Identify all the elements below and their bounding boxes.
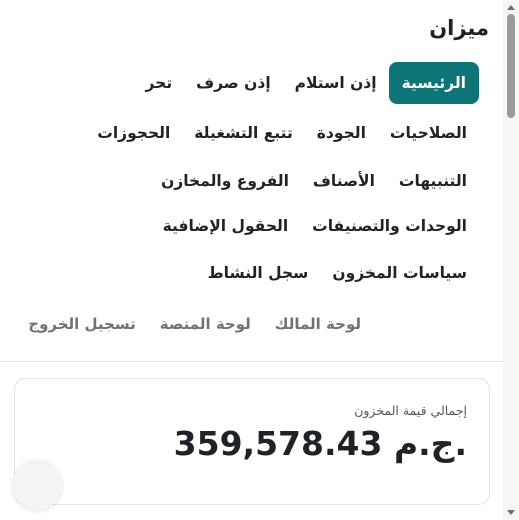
nav-item-inventory-policies[interactable]: سياسات المخزون [320, 256, 479, 290]
nav-item-issue-voucher[interactable]: إذن صرف [184, 66, 283, 100]
inventory-value-amount: 359,578.43 ج.م. [173, 424, 467, 463]
nav-row-2: الصلاحيات الجودة تتبع التشغيلة الحجوزات [85, 116, 479, 150]
nav-item-alerts[interactable]: التنبيهات [387, 164, 479, 198]
nav-item-reservations[interactable]: الحجوزات [85, 116, 182, 150]
nav-item-units-categories[interactable]: الوحدات والتصنيفات [300, 209, 479, 243]
nav-item-items[interactable]: الأصناف [301, 164, 387, 198]
vertical-scrollbar[interactable] [503, 0, 519, 520]
nav-row-3: التنبيهات الأصناف الفروع والمخازن [149, 164, 479, 198]
nav-row-secondary: لوحة المالك لوحة المنصة تسجيل الخروج [16, 307, 373, 341]
nav-row-1: الرئيسية إذن استلام إذن صرف تحر [19, 62, 479, 104]
nav-item-branches-warehouses[interactable]: الفروع والمخازن [149, 164, 301, 198]
scroll-down-arrow-icon[interactable] [507, 510, 515, 515]
nav-item-owner-dashboard[interactable]: لوحة المالك [263, 307, 373, 341]
scroll-up-arrow-icon[interactable] [507, 5, 515, 10]
inventory-value-label: إجمالي قيمة المخزون [354, 403, 467, 418]
app-brand: ميزان [429, 16, 489, 40]
nav-item-logout[interactable]: تسجيل الخروج [16, 307, 148, 341]
nav-item-quality[interactable]: الجودة [305, 116, 378, 150]
nav-item-platform-dashboard[interactable]: لوحة المنصة [148, 307, 263, 341]
nav-row-5: سياسات المخزون سجل النشاط [196, 256, 479, 290]
nav-item-batch-tracking[interactable]: تتبع التشغيلة [182, 116, 305, 150]
scrollbar-thumb[interactable] [507, 14, 515, 118]
nav-item-home[interactable]: الرئيسية [388, 62, 479, 104]
nav-item-transfer[interactable]: تحر [146, 66, 185, 100]
mobile-menu-panel: ميزان الرئيسية إذن استلام إذن صرف تحر ال… [0, 0, 503, 520]
nav-item-receipt-voucher[interactable]: إذن استلام [283, 66, 389, 100]
nav-row-4: الوحدات والتصنيفات الحقول الإضافية [151, 209, 479, 243]
nav-item-permissions[interactable]: الصلاحيات [378, 116, 479, 150]
nav-item-custom-fields[interactable]: الحقول الإضافية [151, 209, 301, 243]
menu-divider [0, 361, 503, 362]
inventory-value-card: إجمالي قيمة المخزون 359,578.43 ج.م. [14, 378, 490, 505]
floating-action-button[interactable] [12, 460, 62, 510]
nav-item-activity-log[interactable]: سجل النشاط [196, 256, 321, 290]
